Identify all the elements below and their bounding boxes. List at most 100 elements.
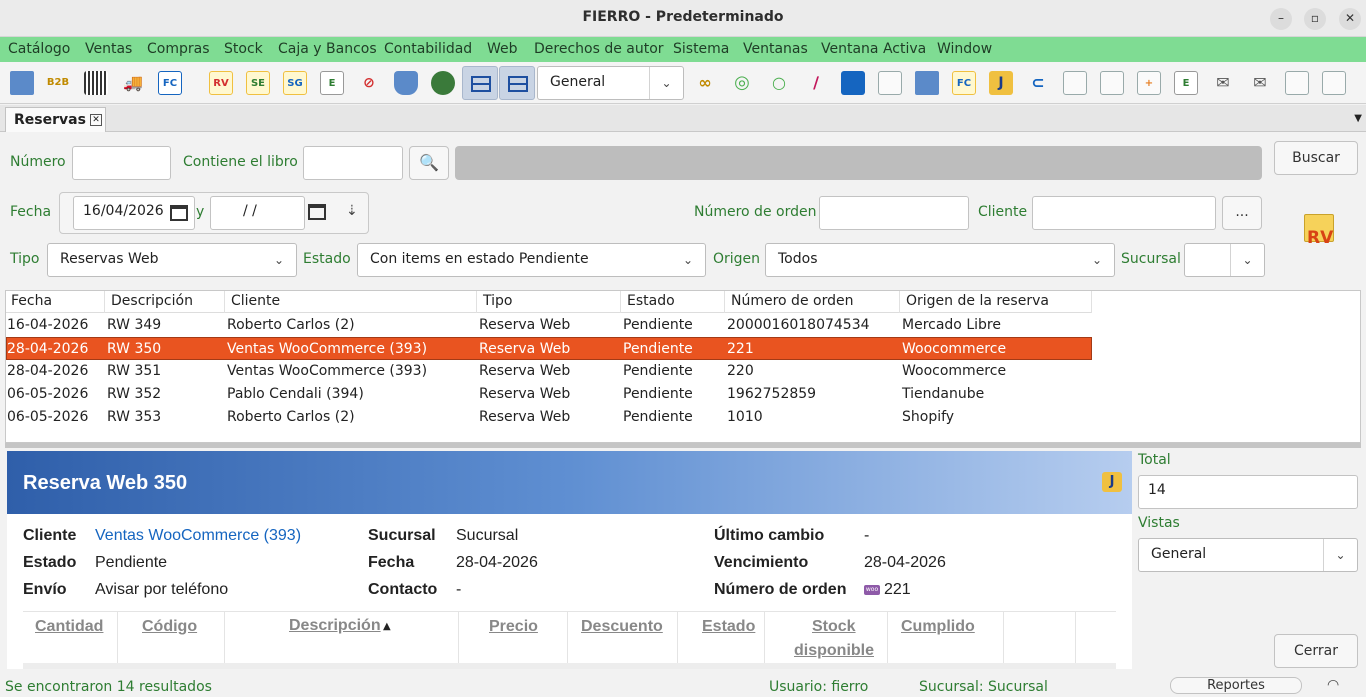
fecha-desde-input[interactable]: 16/04/2026 <box>73 196 195 230</box>
e-doc-icon[interactable]: E <box>1174 71 1198 95</box>
menu-ventas[interactable]: Ventas <box>85 41 132 57</box>
col-numero-orden[interactable]: Número de orden <box>731 293 853 309</box>
menu-sistema[interactable]: Sistema <box>673 41 729 57</box>
sg-icon[interactable]: SG <box>283 71 307 95</box>
circle-line-icon[interactable]: ○ <box>767 71 791 95</box>
search-book-button[interactable]: 🔍 <box>409 146 449 180</box>
view-combo[interactable]: General ⌄ <box>537 66 684 100</box>
detail-envio-label: Envío <box>23 581 67 598</box>
origen-select[interactable]: Todos ⌄ <box>765 243 1115 277</box>
eraser-icon[interactable]: ∕ <box>804 71 828 95</box>
chevron-down-icon: ⌄ <box>649 67 683 99</box>
libro-input[interactable] <box>303 146 403 180</box>
j-badge-icon[interactable]: J <box>989 71 1013 95</box>
col-tipo[interactable]: Tipo <box>483 293 512 309</box>
printer-doc-icon[interactable] <box>878 71 902 95</box>
table-row-selected[interactable]: 28-04-2026 RW 350 Ventas WooCommerce (39… <box>6 337 1092 360</box>
fc-folder-icon[interactable]: FC <box>952 71 976 95</box>
globe-refresh-icon[interactable] <box>431 71 455 95</box>
items-col-cumplido[interactable]: Cumplido <box>901 618 975 636</box>
fc-icon[interactable]: FC <box>158 71 182 95</box>
menu-stock[interactable]: Stock <box>224 41 263 57</box>
rv-icon[interactable]: RV <box>209 71 233 95</box>
menu-derechos-autor[interactable]: Derechos de autor <box>534 41 664 57</box>
boxes-icon[interactable] <box>915 71 939 95</box>
col-descripcion[interactable]: Descripción <box>111 293 193 309</box>
calendar-icon[interactable] <box>170 205 188 221</box>
sucursal-select[interactable]: ⌄ <box>1184 243 1265 277</box>
menu-web[interactable]: Web <box>487 41 518 57</box>
menu-ventanas[interactable]: Ventanas <box>743 41 808 57</box>
detail-cliente-link[interactable]: Ventas WooCommerce (393) <box>95 527 301 545</box>
col-origen[interactable]: Origen de la reserva <box>906 293 1049 309</box>
items-col-cantidad[interactable]: Cantidad <box>35 618 103 636</box>
orden-input[interactable] <box>819 196 969 230</box>
fecha-hasta-input[interactable]: / / <box>210 196 305 230</box>
table-row[interactable]: 16-04-2026 RW 349 Roberto Carlos (2) Res… <box>6 314 1092 337</box>
reportes-button[interactable]: Reportes <box>1170 677 1302 694</box>
items-col-codigo[interactable]: Código <box>142 618 197 636</box>
chevron-down-icon: ⌄ <box>273 253 285 267</box>
menu-ventana-activa[interactable]: Ventana Activa <box>821 41 926 57</box>
menu-window[interactable]: Window <box>937 41 992 57</box>
cliente-lookup-button[interactable]: ... <box>1222 196 1262 230</box>
truck-icon[interactable]: 🚚 <box>121 71 145 95</box>
list-doc-icon[interactable] <box>1285 71 1309 95</box>
splitter[interactable] <box>5 443 1361 448</box>
status-sucursal: Sucursal: Sucursal <box>919 679 1048 695</box>
buscar-button[interactable]: Buscar <box>1274 141 1358 175</box>
status-results: Se encontraron 14 resultados <box>5 679 212 695</box>
detail-cliente-label: Cliente <box>23 527 77 544</box>
date-options-icon[interactable]: ⇣ <box>346 203 358 219</box>
view-split-1-icon[interactable] <box>462 66 498 100</box>
paperclip-icon[interactable]: ⊂ <box>1026 71 1050 95</box>
detail-panel: Reserva Web 350 J Cliente Ventas WooComm… <box>7 451 1132 669</box>
document-add-icon[interactable]: + <box>1137 71 1161 95</box>
document-icon[interactable] <box>1100 71 1124 95</box>
col-estado[interactable]: Estado <box>627 293 675 309</box>
items-col-precio[interactable]: Precio <box>489 618 538 636</box>
items-col-descripcion[interactable]: Descripción <box>289 617 381 635</box>
vistas-select[interactable]: General ⌄ <box>1138 538 1358 572</box>
calendar-edit-icon[interactable] <box>1322 71 1346 95</box>
items-col-estado[interactable]: Estado <box>702 618 755 636</box>
bucket-icon[interactable] <box>394 71 418 95</box>
cliente-input[interactable] <box>1032 196 1216 230</box>
close-tab-icon[interactable]: ✕ <box>90 114 102 126</box>
estado-select[interactable]: Con items en estado Pendiente ⌄ <box>357 243 706 277</box>
items-col-descuento[interactable]: Descuento <box>581 618 663 636</box>
se-icon[interactable]: SE <box>246 71 270 95</box>
menu-contabilidad[interactable]: Contabilidad <box>384 41 472 57</box>
items-col-disponible[interactable]: disponible <box>794 642 874 660</box>
close-window-button[interactable]: ✕ <box>1339 8 1361 30</box>
maximize-button[interactable]: ▫ <box>1304 8 1326 30</box>
rings-icon[interactable]: ∞ <box>693 71 717 95</box>
minimize-button[interactable]: – <box>1270 8 1292 30</box>
numero-input[interactable] <box>72 146 171 180</box>
col-fecha[interactable]: Fecha <box>11 293 52 309</box>
menu-caja-bancos[interactable]: Caja y Bancos <box>278 41 377 57</box>
mail-icon-2[interactable]: ✉ <box>1248 71 1272 95</box>
col-cliente[interactable]: Cliente <box>231 293 280 309</box>
view-split-2-icon[interactable] <box>499 66 535 100</box>
menu-compras[interactable]: Compras <box>147 41 210 57</box>
circle-icon[interactable]: ◎ <box>730 71 754 95</box>
calendar-icon-2[interactable] <box>308 204 326 220</box>
items-col-stock[interactable]: Stock <box>812 618 856 636</box>
table-row[interactable]: 06-05-2026 RW 352 Pablo Cendali (394) Re… <box>6 383 1092 406</box>
cancel-icon[interactable]: ⊘ <box>357 71 381 95</box>
e-edit-icon[interactable]: E <box>320 71 344 95</box>
b2b-icon[interactable]: B2B <box>46 71 70 95</box>
tab-reservas[interactable]: Reservas ✕ <box>5 107 106 132</box>
calendar-icon[interactable] <box>841 71 865 95</box>
printer-icon[interactable] <box>1063 71 1087 95</box>
barcode-icon[interactable] <box>84 71 108 95</box>
cerrar-button[interactable]: Cerrar <box>1274 634 1358 668</box>
mail-icon[interactable]: ✉ <box>1211 71 1235 95</box>
tab-menu-icon[interactable]: ▼ <box>1354 113 1362 124</box>
book-icon[interactable] <box>10 71 34 95</box>
table-row[interactable]: 28-04-2026 RW 351 Ventas WooCommerce (39… <box>6 360 1092 383</box>
tipo-select[interactable]: Reservas Web ⌄ <box>47 243 297 277</box>
menu-catalogo[interactable]: Catálogo <box>8 41 70 57</box>
table-row[interactable]: 06-05-2026 RW 353 Roberto Carlos (2) Res… <box>6 406 1092 429</box>
